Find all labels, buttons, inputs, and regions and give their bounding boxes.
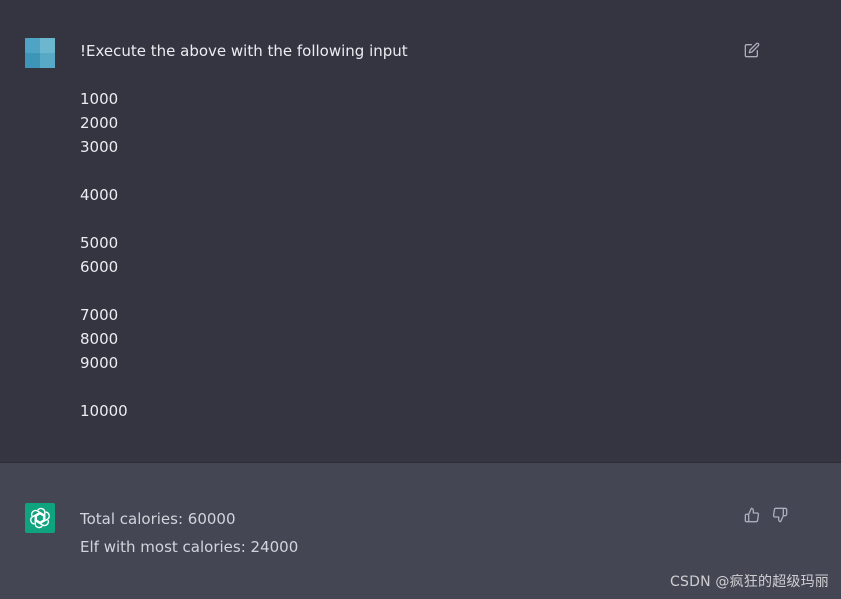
user-message-line: 1000 bbox=[80, 90, 119, 108]
user-message-line: 10000 bbox=[80, 402, 128, 420]
user-message-line: 2000 bbox=[80, 114, 119, 132]
user-message-line: 7000 bbox=[80, 306, 119, 324]
user-message-line: 3000 bbox=[80, 138, 119, 156]
user-message-line: !Execute the above with the following in… bbox=[80, 42, 408, 60]
user-message: !Execute the above with the following in… bbox=[0, 0, 841, 462]
assistant-message: Total calories: 60000 Elf with most calo… bbox=[0, 463, 841, 599]
thumbs-up-icon bbox=[744, 507, 760, 523]
user-message-line bbox=[80, 207, 700, 231]
assistant-avatar bbox=[25, 503, 55, 533]
openai-logo-icon bbox=[30, 507, 50, 529]
user-message-line bbox=[80, 279, 700, 303]
user-message-line bbox=[80, 375, 700, 399]
feedback-buttons bbox=[742, 505, 790, 525]
user-message-line: 8000 bbox=[80, 330, 119, 348]
assistant-message-line: Total calories: 60000 bbox=[80, 510, 236, 528]
user-avatar bbox=[25, 38, 55, 68]
watermark: CSDN @疯狂的超级玛丽 bbox=[670, 574, 829, 590]
user-message-line: 5000 bbox=[80, 234, 119, 252]
user-message-line: 4000 bbox=[80, 186, 119, 204]
user-message-line bbox=[80, 159, 700, 183]
assistant-message-text: Total calories: 60000 Elf with most calo… bbox=[80, 505, 700, 561]
thumbs-up-button[interactable] bbox=[742, 505, 762, 525]
user-message-text: !Execute the above with the following in… bbox=[80, 39, 700, 423]
edit-message-button[interactable] bbox=[742, 40, 762, 60]
user-message-line: 9000 bbox=[80, 354, 119, 372]
assistant-message-line: Elf with most calories: 24000 bbox=[80, 538, 299, 556]
edit-icon bbox=[744, 42, 760, 58]
thumbs-down-icon bbox=[772, 507, 788, 523]
user-message-line: 6000 bbox=[80, 258, 119, 276]
user-message-line bbox=[80, 63, 700, 87]
thumbs-down-button[interactable] bbox=[770, 505, 790, 525]
